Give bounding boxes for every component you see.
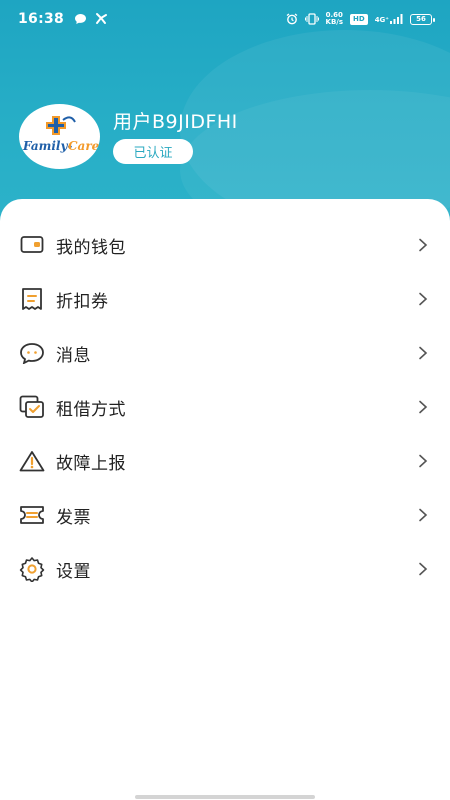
warning-icon (19, 448, 45, 474)
chevron-right-icon (416, 454, 430, 468)
status-time: 16:38 (18, 11, 65, 27)
gear-icon (19, 556, 45, 582)
vibrate-icon (304, 10, 319, 29)
rental-method-icon (19, 394, 45, 420)
menu-card: 我的钱包 折扣券 消息 租借方式 故障上报 发票 设置 (0, 199, 450, 800)
menu-item-label: 消息 (56, 345, 91, 366)
signal-icon: 4G⁺ (375, 14, 403, 24)
verified-badge: 已认证 (113, 139, 193, 164)
status-bar: 16:38 0.60 KB/s HD 4G⁺ 56 (0, 0, 450, 38)
menu-item-label: 故障上报 (56, 453, 126, 474)
menu-item-label: 发票 (56, 507, 91, 528)
svg-text:Family-: Family- (22, 139, 72, 153)
menu-list: 我的钱包 折扣券 消息 租借方式 故障上报 发票 设置 (0, 199, 450, 596)
chevron-right-icon (416, 562, 430, 576)
battery-indicator: 56 (410, 13, 435, 25)
chevron-right-icon (416, 238, 430, 252)
menu-item-rental-methods[interactable]: 租借方式 (0, 380, 450, 434)
invoice-icon (19, 502, 45, 528)
username: 用户B9JIDFHI (113, 111, 238, 133)
app-notification-icon (95, 10, 108, 29)
wallet-icon (19, 232, 45, 258)
family-care-logo: Family- Care (22, 116, 100, 153)
menu-item-settings[interactable]: 设置 (0, 542, 450, 596)
menu-item-label: 租借方式 (56, 399, 126, 420)
menu-item-label: 设置 (56, 561, 91, 582)
alarm-icon (286, 10, 298, 29)
chat-notification-icon (74, 10, 87, 29)
message-icon (19, 340, 45, 366)
network-speed: 0.60 KB/s (326, 12, 343, 26)
home-indicator[interactable] (135, 795, 315, 799)
svg-text:Care: Care (68, 139, 100, 153)
menu-item-wallet[interactable]: 我的钱包 (0, 218, 450, 272)
menu-item-messages[interactable]: 消息 (0, 326, 450, 380)
network-type: 4G⁺ (374, 16, 389, 24)
menu-item-invoice[interactable]: 发票 (0, 488, 450, 542)
menu-item-fault-report[interactable]: 故障上报 (0, 434, 450, 488)
network-speed-unit: KB/s (325, 18, 344, 26)
chevron-right-icon (416, 292, 430, 306)
coupon-icon (19, 286, 45, 312)
battery-level: 56 (416, 15, 426, 23)
chevron-right-icon (416, 346, 430, 360)
hd-badge: HD (350, 13, 368, 25)
chevron-right-icon (416, 508, 430, 522)
menu-item-coupons[interactable]: 折扣券 (0, 272, 450, 326)
chevron-right-icon (416, 400, 430, 414)
avatar[interactable]: Family- Care (19, 104, 100, 169)
menu-item-label: 我的钱包 (56, 237, 126, 258)
menu-item-label: 折扣券 (56, 291, 109, 312)
